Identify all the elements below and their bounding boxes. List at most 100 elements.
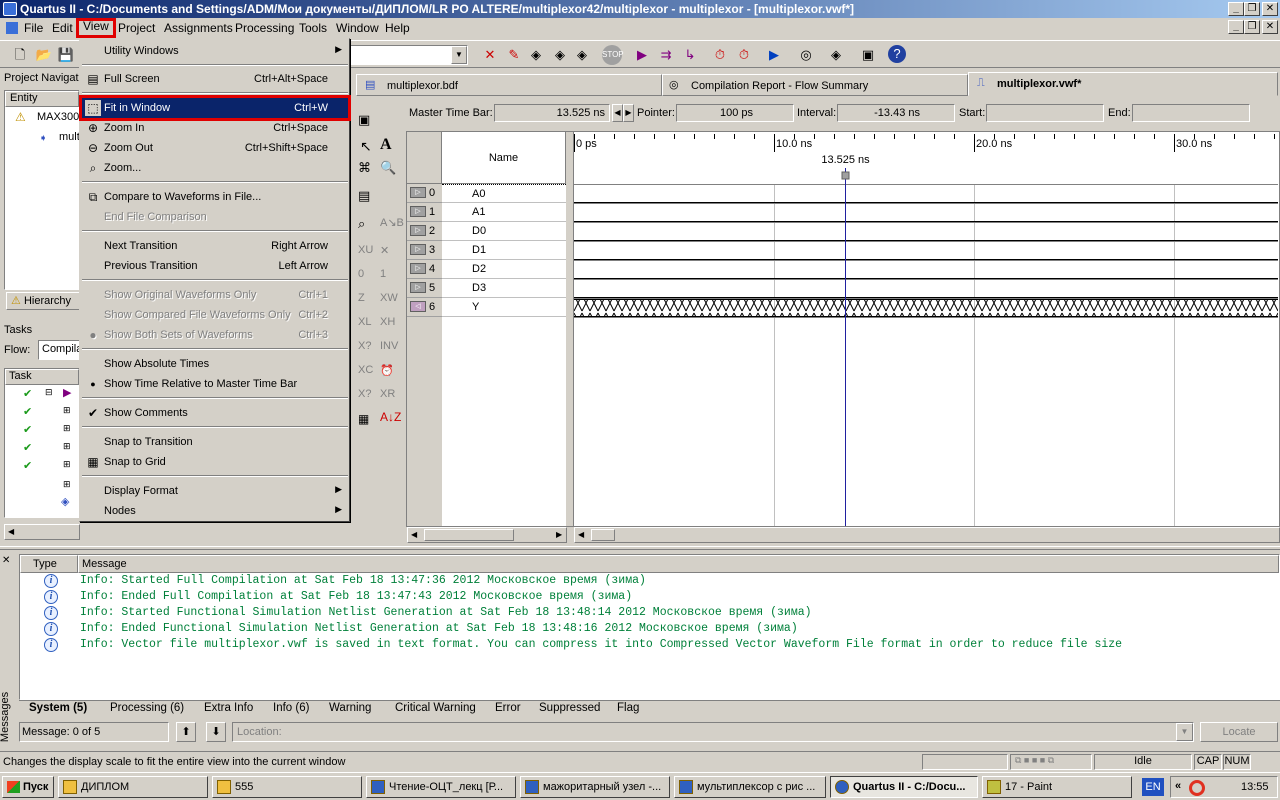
forcing-high-icon[interactable]: 1	[380, 268, 386, 280]
menu-tools[interactable]: Tools	[295, 20, 331, 37]
signal-name-d0[interactable]: D0	[442, 222, 566, 241]
project-combo[interactable]: ▼	[350, 45, 468, 65]
programmer-task-icon[interactable]: ◈	[61, 495, 69, 508]
start-button[interactable]: Пуск	[2, 776, 54, 798]
doc-minimize-button[interactable]: _	[1228, 20, 1244, 34]
menu-assignments[interactable]: Assignments	[160, 20, 237, 37]
menu-edit[interactable]: Edit	[48, 20, 77, 37]
tab-bdf[interactable]: ▤ multiplexor.bdf	[356, 74, 662, 96]
forcing-low-icon[interactable]: 0	[358, 268, 364, 280]
full-screen-tool-icon[interactable]: ▤	[358, 188, 370, 204]
help-icon[interactable]: ?	[888, 45, 906, 63]
menu-zoom[interactable]: ⌕ Zoom...	[82, 158, 348, 178]
menu-processing[interactable]: Processing	[231, 20, 298, 37]
menu-help[interactable]: Help	[381, 20, 414, 37]
task-word-doc-2[interactable]: мажоритарный узел -...	[520, 776, 670, 798]
report-icon[interactable]: ◎	[796, 45, 816, 65]
entity-tree[interactable]: Entity ⚠ MAX300 ➧ mult	[4, 90, 80, 290]
menu-previous-transition[interactable]: Previous Transition Left Arrow	[82, 256, 348, 276]
scroll-left-icon[interactable]: ◀	[5, 527, 14, 536]
random-value-icon[interactable]: XR	[380, 388, 395, 400]
tab-compilation-report[interactable]: ◎ Compilation Report - Flow Summary	[662, 74, 968, 96]
menu-display-format[interactable]: Display Format ▶	[82, 481, 348, 501]
expand-icon[interactable]: ⊞	[63, 405, 71, 416]
col-type-header[interactable]: Type	[20, 555, 78, 573]
message-line[interactable]: Info: Started Functional Simulation Netl…	[80, 606, 812, 619]
signal-name-a0[interactable]: A0	[442, 184, 566, 203]
location-field[interactable]: Location:	[232, 722, 1194, 742]
expand-icon[interactable]: ⊞	[63, 441, 71, 452]
clock-value-icon[interactable]: ⏰	[380, 364, 394, 377]
invert-icon[interactable]: INV	[380, 340, 398, 352]
antivirus-icon[interactable]	[1189, 780, 1205, 796]
menu-show-comments[interactable]: ✔ Show Comments	[82, 403, 348, 423]
programmer-icon[interactable]: ▣	[858, 45, 878, 65]
find-icon[interactable]: ⌕	[358, 216, 365, 232]
waveform-editing-tool-icon[interactable]: ⌘	[358, 160, 371, 176]
waveform-canvas[interactable]: 0 ps 10.0 ns 20.0 ns 30.0 ns 13.525 ns	[574, 132, 1278, 526]
entity-child[interactable]: mult	[59, 131, 80, 143]
previous-message-icon[interactable]: ⬆	[176, 722, 196, 742]
pin-planner-icon[interactable]: ◈	[572, 45, 592, 65]
count-value-icon[interactable]: XC	[358, 364, 373, 376]
save-icon[interactable]: 💾	[56, 45, 76, 65]
close-button[interactable]: ✕	[1262, 2, 1278, 16]
expand-icon[interactable]: ⊞	[63, 459, 71, 470]
wave-hscroll[interactable]: ◀	[574, 527, 1280, 543]
pointer-tool-icon[interactable]: ↖	[360, 138, 372, 155]
signal-name-y[interactable]: Y	[442, 298, 566, 317]
chevron-down-icon[interactable]: ▼	[451, 46, 467, 64]
menu-show-absolute-times[interactable]: Show Absolute Times	[82, 354, 348, 374]
dont-care-icon[interactable]: X?	[358, 340, 371, 352]
sort-icon[interactable]: A↓Z	[380, 410, 401, 424]
minimize-button[interactable]: _	[1228, 2, 1244, 16]
master-time-right-icon[interactable]: ▶	[623, 104, 634, 122]
menu-project[interactable]: Project	[114, 20, 159, 37]
signal-name-d2[interactable]: D2	[442, 260, 566, 279]
compile-play-icon[interactable]: ▶	[63, 386, 71, 399]
menu-end-file-comparison[interactable]: End File Comparison	[82, 207, 348, 227]
task-hscroll[interactable]: ◀	[4, 524, 80, 540]
wave-scroll-thumb[interactable]	[591, 529, 615, 541]
task-555[interactable]: 555	[212, 776, 362, 798]
menu-show-original-waveforms[interactable]: Show Original Waveforms Only Ctrl+1	[82, 285, 348, 305]
tab-system[interactable]: System (5)	[29, 702, 87, 718]
menu-utility-windows[interactable]: Utility Windows ▶	[82, 41, 348, 61]
entity-device[interactable]: MAX300	[37, 111, 79, 123]
tray-expand-icon[interactable]: «	[1175, 780, 1181, 792]
task-paint[interactable]: 17 - Paint	[982, 776, 1132, 798]
doc-restore-button[interactable]: ❐	[1244, 20, 1260, 34]
snap-grid-tool-icon[interactable]: ▦	[358, 412, 369, 426]
master-time-left-icon[interactable]: ◀	[612, 104, 623, 122]
tab-suppressed[interactable]: Suppressed	[539, 702, 600, 718]
maximize-button[interactable]: ❐	[1244, 2, 1260, 16]
task-diplom[interactable]: ДИПЛОМ	[58, 776, 208, 798]
signal-index-4[interactable]: ▷ 4	[407, 260, 442, 279]
horizontal-splitter[interactable]	[0, 546, 1280, 550]
menu-show-compared-waveforms[interactable]: Show Compared File Waveforms Only Ctrl+2	[82, 305, 348, 325]
hierarchy-tab[interactable]: ⚠ Hierarchy	[6, 292, 80, 310]
weak-low-icon[interactable]: XL	[358, 316, 371, 328]
tab-processing[interactable]: Processing (6)	[110, 702, 184, 718]
start-simulation-icon[interactable]: ▶	[764, 45, 784, 65]
replace-icon[interactable]: A↘B	[380, 216, 404, 229]
menu-window[interactable]: Window	[332, 20, 383, 37]
zoom-tool-icon[interactable]: 🔍	[380, 160, 396, 176]
compiler-tool-icon[interactable]: ✕	[480, 45, 500, 65]
names-scroll-thumb[interactable]	[424, 529, 514, 541]
collapse-icon[interactable]: ⊟	[45, 387, 53, 398]
expand-icon[interactable]: ⊞	[63, 423, 71, 434]
select-tool-icon[interactable]: ▣	[358, 112, 370, 128]
start-compilation-icon[interactable]: ▶	[632, 45, 652, 65]
uninitialized-icon[interactable]: XU	[358, 244, 373, 256]
names-hscroll[interactable]: ◀ ▶	[407, 527, 567, 543]
entity-header[interactable]: Entity	[5, 91, 79, 107]
pencil-icon[interactable]: ✎	[504, 45, 524, 65]
weak-unknown-icon[interactable]: XW	[380, 292, 398, 304]
analysis-icon[interactable]: ⇉	[656, 45, 676, 65]
signal-index-6[interactable]: ◁ 6	[407, 298, 442, 317]
tab-vwf-active[interactable]: ⎍ multiplexor.vwf*	[968, 72, 1278, 96]
open-folder-icon[interactable]: 📂	[34, 45, 54, 65]
master-time-value[interactable]: 13.525 ns	[494, 104, 610, 122]
menu-snap-to-grid[interactable]: ▦ Snap to Grid	[82, 452, 348, 472]
